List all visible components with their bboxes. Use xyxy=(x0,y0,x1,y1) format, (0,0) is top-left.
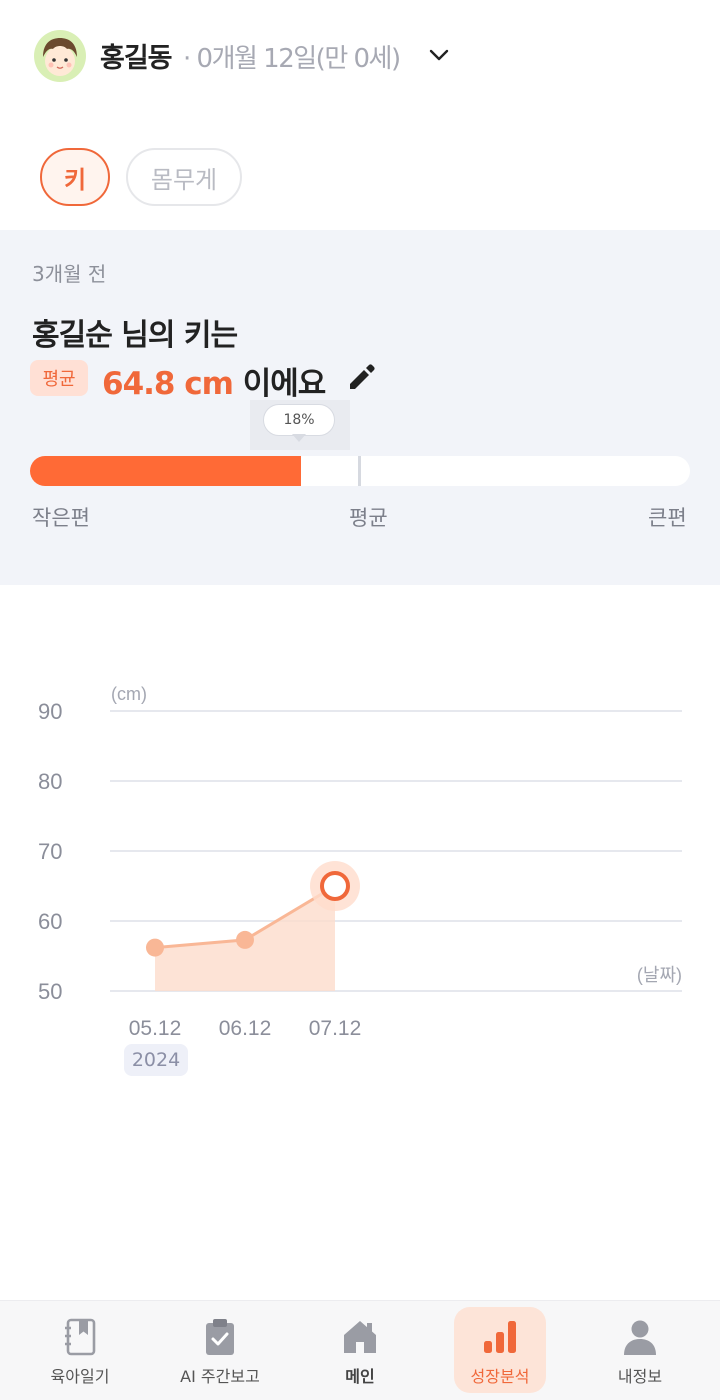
percentile-label: 18% xyxy=(263,404,335,436)
clipboard-check-icon xyxy=(202,1317,238,1357)
profile-header: 홍길동 · 0개월 12일(만 0세) xyxy=(0,0,720,110)
x-tick-label: 06.12 xyxy=(219,1017,272,1040)
y-axis-label: (cm) xyxy=(111,684,147,704)
height-value-line: 64.8 cm 이에요 xyxy=(102,358,327,403)
nav-item-diary[interactable]: 육아일기 xyxy=(8,1301,152,1400)
y-tick-label: 90 xyxy=(38,699,62,724)
tab-weight[interactable]: 몸무게 xyxy=(126,148,242,206)
data-point xyxy=(146,938,164,957)
nav-item-growth-analysis[interactable]: 성장분석 xyxy=(428,1301,572,1400)
status-badge: 평균 xyxy=(30,360,88,396)
highlight-data-point xyxy=(320,871,350,901)
summary-headline: 홍길순 님의 키는 xyxy=(32,318,238,353)
height-growth-chart: 90 80 70 60 50 (cm) (날짜) 05.12 06.12 07.12 2024 xyxy=(0,670,720,1090)
scale-small-label: 작은편 xyxy=(32,506,90,530)
percentile-bar xyxy=(30,456,690,486)
chart-svg: 90 80 70 60 50 (cm) (날짜) 05.12 06.12 07.12 xyxy=(38,684,682,1040)
child-avatar xyxy=(34,30,86,82)
percentile-tooltip: 18% xyxy=(250,400,350,450)
nav-label: 성장분석 xyxy=(470,1367,530,1386)
year-badge: 2024 xyxy=(124,1044,188,1076)
growth-summary-panel: 3개월 전 홍길순 님의 키는 평균 64.8 cm 이에요 18% 작은편 평… xyxy=(0,230,720,585)
diary-icon xyxy=(62,1317,98,1357)
average-marker xyxy=(358,456,361,486)
y-tick-label: 70 xyxy=(38,839,62,864)
x-axis-label: (날짜) xyxy=(637,965,682,985)
chevron-down-icon[interactable] xyxy=(428,44,450,66)
percentile-bar-fill xyxy=(30,456,301,486)
person-icon xyxy=(622,1317,658,1357)
y-tick-label: 80 xyxy=(38,769,62,794)
tooltip-tail xyxy=(292,434,306,442)
edit-pencil-icon[interactable] xyxy=(344,360,378,394)
tab-height[interactable]: 키 xyxy=(40,148,110,206)
nav-label: 육아일기 xyxy=(50,1367,110,1386)
bar-chart-icon xyxy=(482,1317,518,1357)
nav-label: 메인 xyxy=(345,1367,375,1386)
height-value: 64.8 cm xyxy=(102,366,234,402)
child-age[interactable]: · 0개월 12일(만 0세) xyxy=(183,38,401,75)
y-tick-label: 60 xyxy=(38,909,62,934)
nav-item-main[interactable]: 메인 xyxy=(288,1301,432,1400)
nav-label: AI 주간보고 xyxy=(180,1367,260,1386)
bottom-nav: 육아일기 AI 주간보고 메인 성장분석 내정보 xyxy=(0,1300,720,1400)
scale-average-label: 평균 xyxy=(349,506,388,530)
nav-item-my-info[interactable]: 내정보 xyxy=(568,1301,712,1400)
data-point xyxy=(236,930,254,949)
period-label: 3개월 전 xyxy=(32,262,107,286)
height-value-suffix: 이에요 xyxy=(232,366,327,402)
y-tick-label: 50 xyxy=(38,979,62,1004)
x-tick-label: 07.12 xyxy=(309,1017,362,1040)
nav-item-ai-weekly[interactable]: AI 주간보고 xyxy=(148,1301,292,1400)
nav-label: 내정보 xyxy=(617,1367,663,1386)
scale-large-label: 큰편 xyxy=(648,506,687,530)
home-icon xyxy=(342,1317,378,1357)
x-tick-label: 05.12 xyxy=(129,1017,182,1040)
child-name[interactable]: 홍길동 xyxy=(100,36,173,75)
